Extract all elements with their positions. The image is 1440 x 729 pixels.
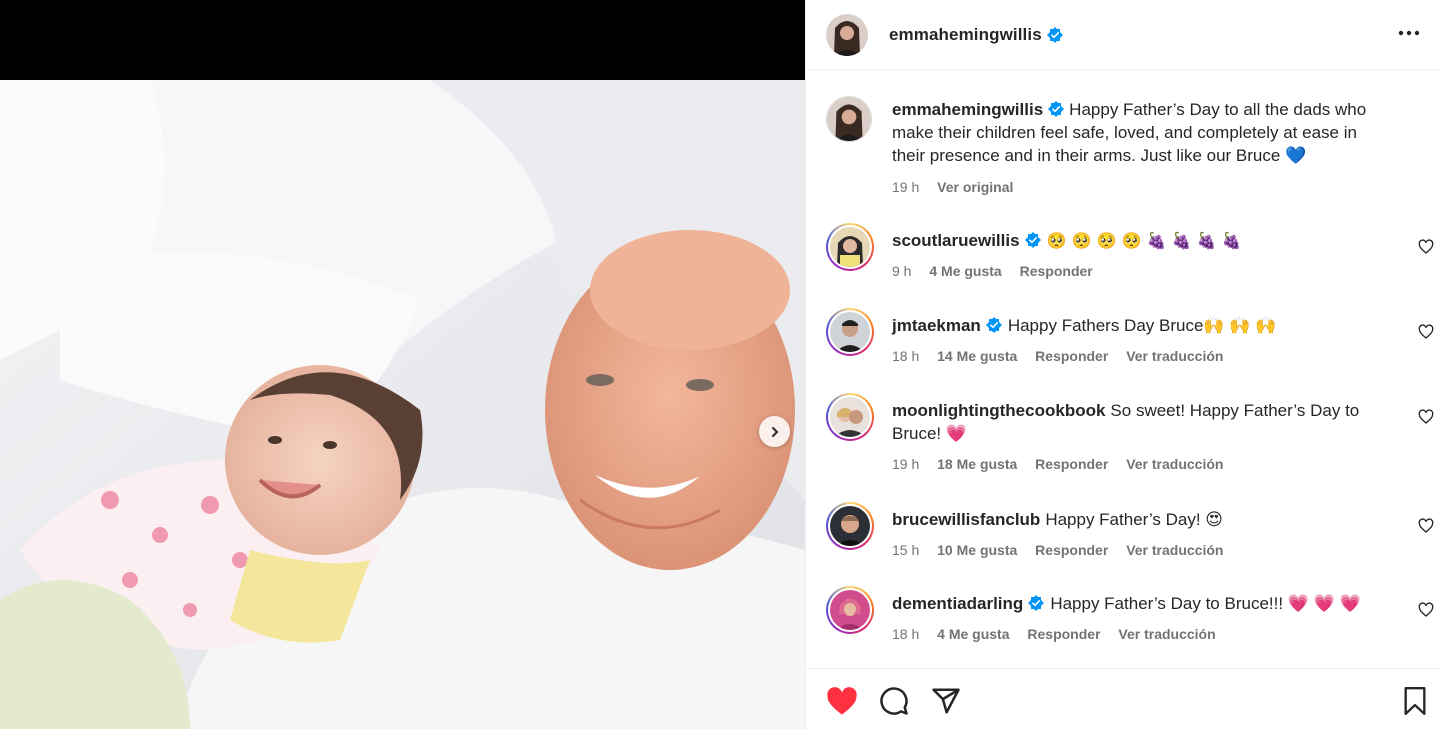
see-translation-link[interactable]: Ver traducción [1126,456,1223,472]
reply-button[interactable]: Responder [1035,542,1108,558]
author-avatar[interactable] [826,96,872,142]
next-photo-button[interactable] [759,416,790,447]
comment-time: 15 h [892,542,920,558]
comment-text: Happy Fathers Day Bruce🙌 🙌 🙌 [1007,316,1277,335]
commenter-avatar [830,312,870,352]
comment-likes[interactable]: 4 Me gusta [929,263,1001,279]
save-button[interactable] [1399,685,1431,717]
comment-time: 9 h [892,263,912,279]
comment-text: 🥺 🥺 🥺 🥺 🍇 🍇 🍇 🍇 [1046,231,1242,250]
post-action-bar [806,668,1440,729]
like-button[interactable] [826,685,858,717]
more-horizontal-icon [1398,30,1420,36]
chevron-right-icon [771,426,778,437]
commenter-avatar [830,590,870,630]
post-media [0,0,805,729]
post-photo [0,80,805,729]
author-username[interactable]: emmahemingwillis [889,25,1042,45]
commenter-username[interactable]: scoutlaruewillis [892,231,1020,250]
reply-button[interactable]: Responder [1035,348,1108,364]
verified-badge-icon [1028,595,1045,611]
comment-time: 18 h [892,626,920,642]
comment-likes[interactable]: 10 Me gusta [937,542,1017,558]
story-ring[interactable] [826,586,874,634]
verified-badge-icon [985,317,1002,333]
caption-time: 19 h [892,179,920,195]
caption-username[interactable]: emmahemingwillis [892,100,1043,119]
commenter-username[interactable]: moonlightingthecookbook [892,401,1105,420]
verified-badge-icon [1048,101,1065,117]
share-button[interactable] [930,685,962,717]
comment-time: 18 h [892,348,920,364]
reply-button[interactable]: Responder [1020,263,1093,279]
see-translation-link[interactable]: Ver traducción [1126,542,1223,558]
see-original-link[interactable]: Ver original [937,179,1013,195]
comments-list: emmahemingwillis Happy Father’s Day to al… [806,70,1440,668]
heart-outline-icon[interactable] [1418,324,1434,340]
see-translation-link[interactable]: Ver traducción [1126,348,1223,364]
commenter-username[interactable]: brucewillisfanclub [892,510,1040,529]
comment-text: Happy Father’s Day to Bruce!!! 💗 💗 💗 [1050,594,1361,613]
story-ring[interactable] [826,308,874,356]
heart-outline-icon[interactable] [1418,518,1434,534]
commenter-username[interactable]: dementiadarling [892,594,1023,613]
heart-filled-icon [827,686,857,715]
comment-likes[interactable]: 18 Me gusta [937,456,1017,472]
heart-outline-icon[interactable] [1418,602,1434,618]
reply-button[interactable]: Responder [1035,456,1108,472]
post-header: emmahemingwillis [806,0,1440,70]
commenter-avatar [830,506,870,546]
author-avatar[interactable] [826,13,868,56]
verified-badge-icon [1046,26,1063,43]
post-detail-panel: emmahemingwillis emmahemingwillis Happy F… [805,0,1440,729]
more-options-button[interactable] [1396,20,1422,46]
heart-outline-icon[interactable] [1418,239,1434,255]
story-ring[interactable] [826,393,874,441]
commenter-avatar [830,397,870,437]
verified-badge-icon [1024,232,1041,248]
see-translation-link[interactable]: Ver traducción [1118,626,1215,642]
comment-likes[interactable]: 4 Me gusta [937,626,1009,642]
commenter-username[interactable]: jmtaekman [892,316,981,335]
caption-meta: 19 h Ver original [892,179,1027,195]
comment-button[interactable] [878,685,910,717]
story-ring[interactable] [826,223,874,271]
comment-icon [880,687,908,715]
comment-likes[interactable]: 14 Me gusta [937,348,1017,364]
commenter-avatar [830,227,870,267]
comment-text: Happy Father’s Day! 😍 [1045,510,1224,529]
heart-outline-icon[interactable] [1418,409,1434,425]
bookmark-icon [1404,687,1426,715]
paper-plane-icon [932,688,960,714]
comment-time: 19 h [892,456,920,472]
reply-button[interactable]: Responder [1027,626,1100,642]
story-ring[interactable] [826,502,874,550]
